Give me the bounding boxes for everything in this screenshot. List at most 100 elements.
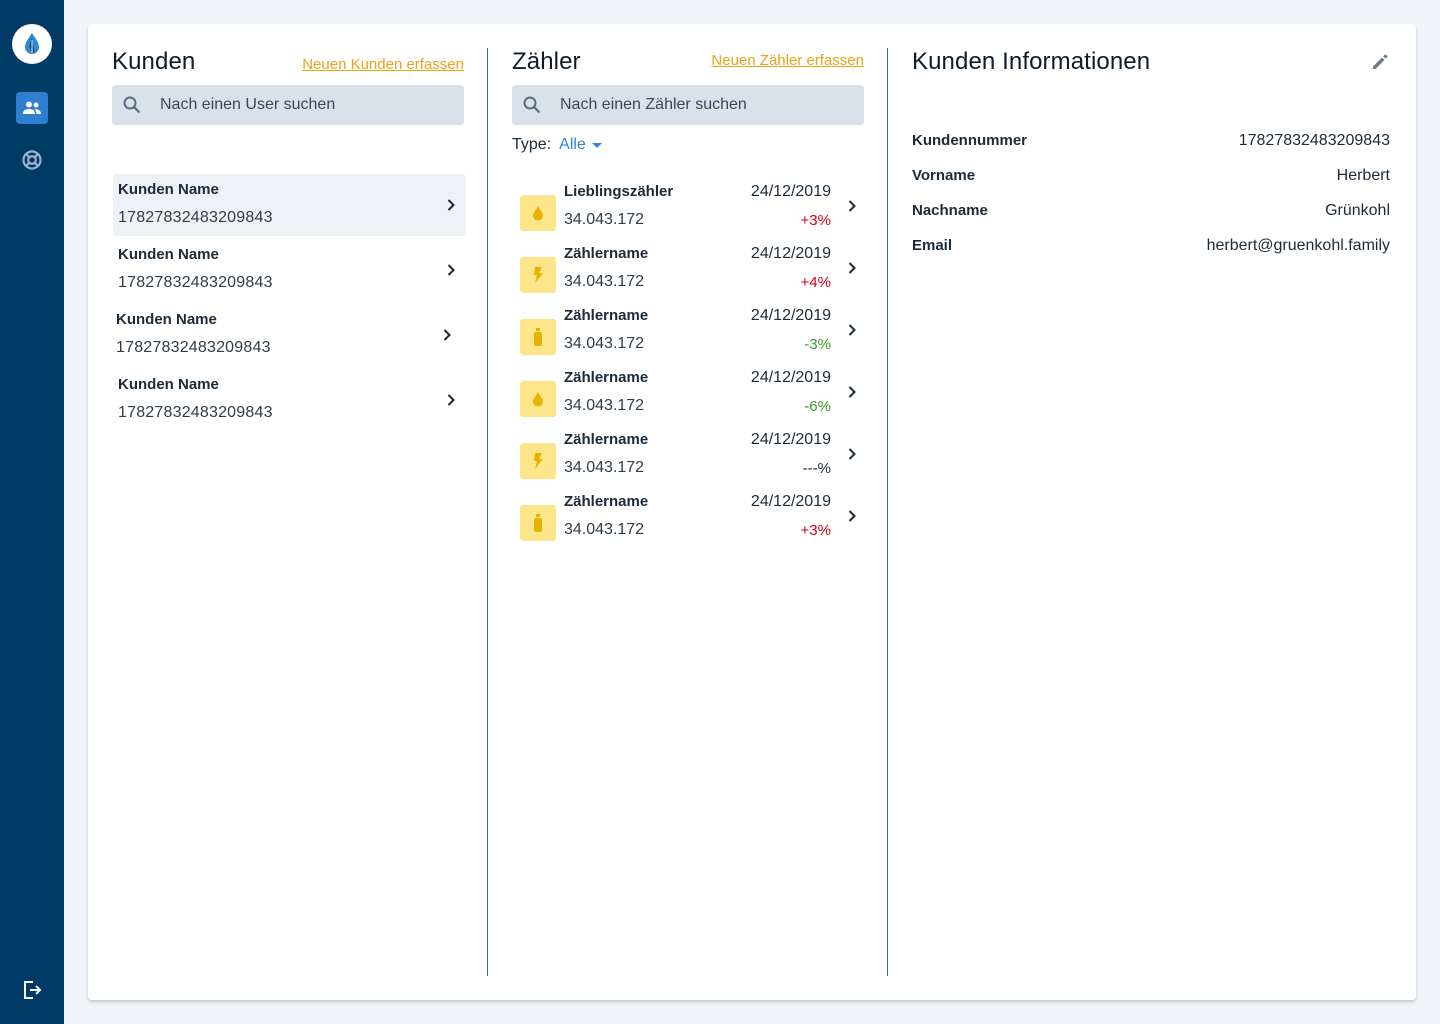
info-label: Nachname [912,202,988,219]
meter-change: -3% [804,336,831,353]
info-label: Vorname [912,167,976,184]
customers-title: Kunden [112,48,196,75]
customer-list-item[interactable]: Kunden Name 17827832483209843 [113,174,466,236]
meter-value: 34.043.172 [564,335,645,352]
customer-number: 17827832483209843 [118,209,273,226]
nav-customers-button[interactable] [16,92,48,124]
customer-name: Kunden Name [116,311,217,328]
add-meter-link[interactable]: Neuen Zähler erfassen [711,52,864,69]
meter-list-item[interactable]: Zählername 34.043.172 24/12/2019 +3% [512,491,864,553]
customer-name: Kunden Name [118,246,219,263]
chevron-right-icon [844,384,860,400]
customer-list-item[interactable]: Kunden Name 17827832483209843 [111,304,464,366]
type-filter-select[interactable]: Alle [559,136,586,154]
chevron-right-icon [844,260,860,276]
meter-name: Lieblingszähler [564,183,674,200]
add-customer-link[interactable]: Neuen Kunden erfassen [302,56,464,73]
customer-info-column: Kunden Informationen Kundennummer 178278… [912,24,1390,1000]
meter-list-item[interactable]: Zählername 34.043.172 24/12/2019 ---% [512,429,864,491]
lifebuoy-icon [21,149,43,171]
column-divider [887,48,888,976]
meter-list-item[interactable]: Lieblingszähler 34.043.172 24/12/2019 +3… [512,181,864,243]
water-drop-icon [520,195,556,231]
lightning-icon [520,257,556,293]
customer-name: Kunden Name [118,181,219,198]
lightning-icon [520,443,556,479]
meter-list-item[interactable]: Zählername 34.043.172 24/12/2019 +4% [512,243,864,305]
chevron-right-icon [443,392,459,408]
customer-info-title: Kunden Informationen [912,48,1151,75]
nav-meters-button[interactable] [16,144,48,176]
info-row-customer-number: Kundennummer 17827832483209843 [912,132,1390,156]
info-row-email: Email herbert@gruenkohl.family [912,237,1390,261]
meter-name: Zählername [564,245,649,262]
water-drop-icon [520,381,556,417]
type-filter: Type: Alle [512,136,602,154]
meter-date: 24/12/2019 [750,245,831,262]
meter-name: Zählername [564,493,649,510]
info-value: 17827832483209843 [1238,132,1390,149]
meter-change: +3% [800,522,831,539]
meter-date: 24/12/2019 [750,493,831,510]
info-value: herbert@gruenkohl.family [1206,237,1390,254]
meter-change: ---% [802,460,831,477]
meter-value: 34.043.172 [564,397,645,414]
chevron-right-icon [844,446,860,462]
customer-name: Kunden Name [118,376,219,393]
pencil-icon [1370,52,1390,72]
customer-number: 17827832483209843 [118,404,273,421]
logout-button[interactable] [18,976,46,1004]
logout-icon [21,979,43,1001]
chevron-right-icon [844,508,860,524]
customer-number: 17827832483209843 [116,339,271,356]
column-divider [487,48,488,976]
meter-value: 34.043.172 [564,521,645,538]
type-filter-label: Type: [512,136,552,153]
meter-change: +3% [800,212,831,229]
customer-list-item[interactable]: Kunden Name 17827832483209843 [113,369,466,431]
main-card: Kunden Neuen Kunden erfassen Kunden Name… [88,24,1416,1000]
search-icon [122,95,142,115]
info-value: Grünkohl [1325,202,1390,219]
info-row-first-name: Vorname Herbert [912,167,1390,191]
caret-down-icon[interactable] [591,142,602,148]
customer-number: 17827832483209843 [118,274,273,291]
meters-title: Zähler [512,48,581,75]
chevron-right-icon [844,322,860,338]
water-drop-leaf-logo[interactable] [12,24,52,64]
meter-search-input[interactable] [560,96,840,114]
info-label: Email [912,237,953,254]
customer-search-input[interactable] [160,96,440,114]
customers-column: Kunden Neuen Kunden erfassen Kunden Name… [112,24,466,1000]
meter-change: -6% [804,398,831,415]
meter-name: Zählername [564,431,649,448]
meter-name: Zählername [564,369,649,386]
meter-list-item[interactable]: Zählername 34.043.172 24/12/2019 -6% [512,367,864,429]
people-icon [22,100,42,116]
info-label: Kundennummer [912,132,1028,149]
meter-date: 24/12/2019 [750,369,831,386]
meter-date: 24/12/2019 [750,183,831,200]
edit-button[interactable] [1370,52,1390,72]
meter-date: 24/12/2019 [750,307,831,324]
gas-bottle-icon [520,319,556,355]
chevron-right-icon [844,198,860,214]
chevron-right-icon [443,197,459,213]
chevron-right-icon [443,262,459,278]
meter-name: Zählername [564,307,649,324]
meter-value: 34.043.172 [564,273,645,290]
meter-date: 24/12/2019 [750,431,831,448]
gas-bottle-icon [520,505,556,541]
info-value: Herbert [1336,167,1390,184]
meter-value: 34.043.172 [564,211,645,228]
meter-list-item[interactable]: Zählername 34.043.172 24/12/2019 -3% [512,305,864,367]
meter-change: +4% [800,274,831,291]
customer-list-item[interactable]: Kunden Name 17827832483209843 [113,239,466,301]
info-row-last-name: Nachname Grünkohl [912,202,1390,226]
sidebar [0,0,64,1024]
customer-search [112,85,464,125]
meter-value: 34.043.172 [564,459,645,476]
meters-column: Zähler Neuen Zähler erfassen Type: Alle … [512,24,864,1000]
search-icon [522,95,542,115]
meter-search [512,85,864,125]
